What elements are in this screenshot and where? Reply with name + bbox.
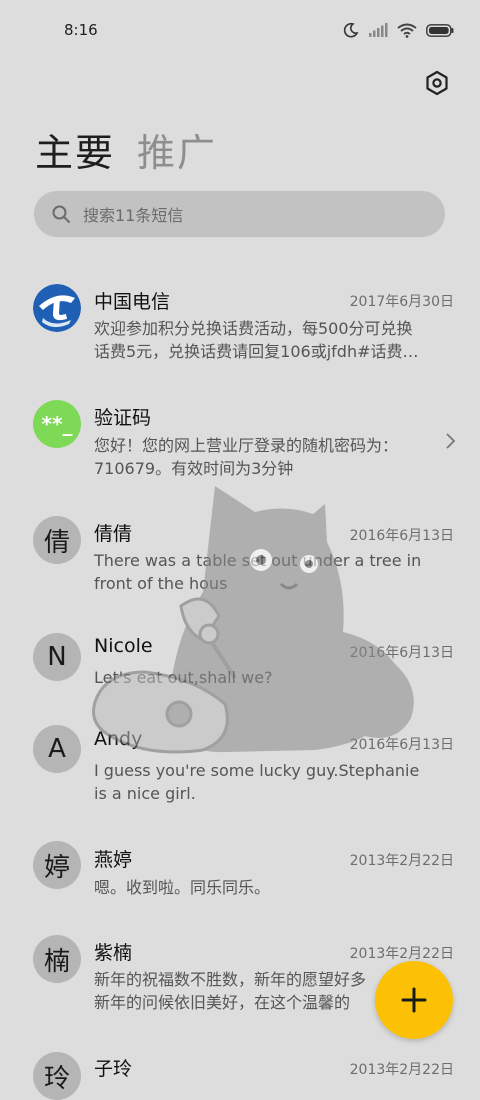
avatar: 玲 <box>33 1052 81 1100</box>
sender-name: Andy <box>94 728 143 750</box>
message-row[interactable]: N Nicole 2016年6月13日 Let's eat out,shall … <box>0 622 480 712</box>
plus-icon <box>401 987 427 1013</box>
tab-primary[interactable]: 主要 <box>35 122 115 177</box>
message-date: 2013年2月22日 <box>349 946 454 962</box>
status-time: 8:16 <box>64 21 98 39</box>
message-date: 2013年2月22日 <box>349 853 454 869</box>
wifi-icon <box>397 23 417 38</box>
avatar: A <box>33 725 81 773</box>
sender-name: 燕婷 <box>94 849 133 871</box>
signal-icon <box>369 23 388 37</box>
message-date: 2016年6月13日 <box>349 528 454 544</box>
avatar: N <box>33 633 81 681</box>
sender-name: Nicole <box>94 635 153 657</box>
battery-icon <box>426 23 454 37</box>
status-bar: 8:16 <box>0 0 480 62</box>
message-preview: There was a table set out under a tree i… <box>94 551 422 593</box>
avatar: 婷 <box>33 841 81 889</box>
china-telecom-logo-icon <box>33 284 81 332</box>
message-row[interactable]: **_ 验证码 您好！您的网上营业厅登录的随机密码为： 710679。有效时间为… <box>0 386 480 502</box>
sender-name: 中国电信 <box>94 291 171 313</box>
new-message-button[interactable] <box>375 961 453 1039</box>
message-preview: I guess you're some lucky guy.Stephanie … <box>94 761 420 803</box>
moon-icon <box>343 22 359 38</box>
search-icon <box>52 205 70 223</box>
settings-icon <box>426 70 448 96</box>
message-date: 2013年2月22日 <box>349 1062 454 1078</box>
avatar: 倩 <box>33 516 81 564</box>
message-preview: 嗯。收到啦。同乐同乐。 <box>94 878 271 897</box>
avatar: **_ <box>33 400 81 448</box>
message-row[interactable]: A Andy 2016年6月13日 I guess you're some lu… <box>0 715 480 833</box>
sender-name: 紫楠 <box>94 942 133 964</box>
sender-name: 子玲 <box>94 1058 133 1080</box>
search-bar[interactable]: 搜索11条短信 <box>34 191 445 237</box>
status-icons <box>343 22 454 38</box>
message-preview: Let's eat out,shall we? <box>94 668 273 687</box>
search-placeholder: 搜索11条短信 <box>83 206 184 225</box>
settings-button[interactable] <box>422 68 452 98</box>
message-date: 2016年6月13日 <box>349 737 454 753</box>
message-row[interactable]: 倩 倩倩 2016年6月13日 There was a table set ou… <box>0 504 480 620</box>
tab-promo[interactable]: 推广 <box>137 122 217 177</box>
message-row[interactable]: 玲 子玲 2013年2月22日 <box>0 1048 480 1100</box>
message-date: 2017年6月30日 <box>349 294 454 310</box>
message-date: 2016年6月13日 <box>349 645 454 661</box>
message-preview: 欢迎参加积分兑换话费活动，每500分可兑换 话费5元，兑换话费请回复106或jf… <box>94 319 419 361</box>
avatar <box>33 284 81 332</box>
chevron-right-icon[interactable] <box>444 432 456 450</box>
tab-bar: 主要 推广 <box>35 122 217 177</box>
message-row[interactable]: 婷 燕婷 2013年2月22日 嗯。收到啦。同乐同乐。 <box>0 835 480 927</box>
message-preview: 您好！您的网上营业厅登录的随机密码为： 710679。有效时间为3分钟 <box>94 436 399 478</box>
sender-name: 验证码 <box>94 407 152 429</box>
avatar: 楠 <box>33 935 81 983</box>
sender-name: 倩倩 <box>94 523 133 545</box>
message-row[interactable]: 中国电信 2017年6月30日 欢迎参加积分兑换话费活动，每500分可兑换 话费… <box>0 270 480 385</box>
